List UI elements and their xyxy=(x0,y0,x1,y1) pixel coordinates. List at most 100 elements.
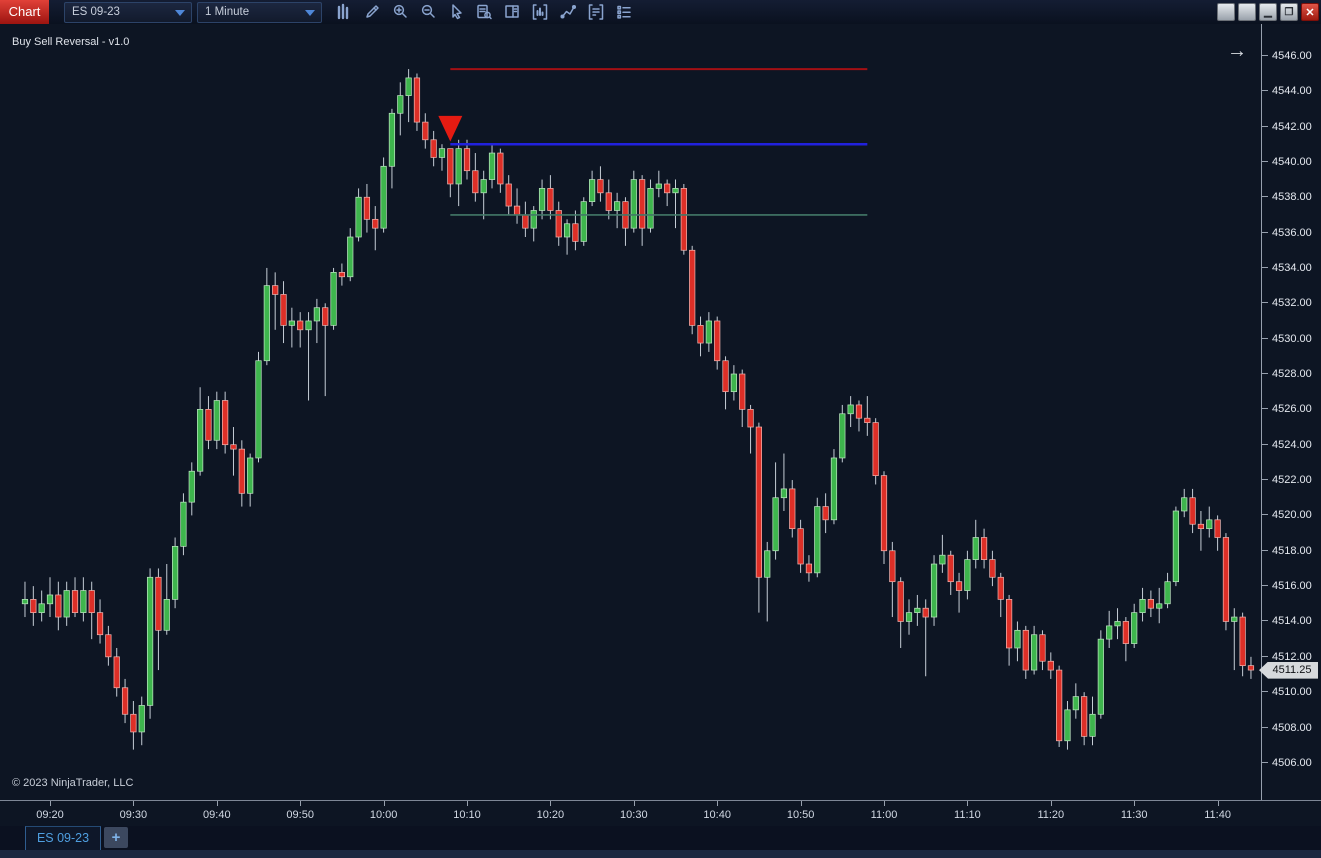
candle-up xyxy=(648,188,654,228)
candle-up xyxy=(1140,599,1146,612)
candle-down xyxy=(998,577,1004,599)
candle-down xyxy=(598,180,604,193)
zoom-in-icon[interactable] xyxy=(386,1,414,23)
candle-up xyxy=(489,153,495,180)
candle-down xyxy=(1040,635,1046,662)
candle-down xyxy=(281,294,287,325)
time-axis[interactable]: 09:2009:3009:4009:5010:0010:1010:2010:30… xyxy=(0,800,1321,827)
candle-up xyxy=(915,608,921,612)
candle-down xyxy=(1123,621,1129,643)
maximize-icon[interactable]: ❐ xyxy=(1280,3,1298,21)
candle-down xyxy=(423,122,429,140)
candle-up xyxy=(1156,604,1162,608)
candle-up xyxy=(1031,635,1037,670)
drawing-line-icon[interactable] xyxy=(554,1,582,23)
strategies-icon[interactable] xyxy=(582,1,610,23)
cursor-icon[interactable] xyxy=(442,1,470,23)
candle-up xyxy=(1207,520,1213,529)
chart-style-icon[interactable] xyxy=(330,1,358,23)
candle-up xyxy=(973,538,979,560)
candle-down xyxy=(114,657,120,688)
candle-up xyxy=(247,458,253,493)
candle-up xyxy=(1015,630,1021,648)
candle-up xyxy=(773,498,779,551)
candle-up xyxy=(139,705,145,732)
instrument-dropdown[interactable]: ES 09-23 xyxy=(64,2,192,23)
sell-signal-triangle-icon xyxy=(438,116,462,142)
candle-up xyxy=(398,96,404,114)
scroll-to-end-arrow-icon[interactable]: → xyxy=(1227,41,1247,61)
candle-up xyxy=(197,409,203,471)
interval-dropdown-value: 1 Minute xyxy=(205,6,249,18)
candle-up xyxy=(1073,697,1079,710)
candle-down xyxy=(698,325,704,343)
close-icon[interactable]: ✕ xyxy=(1301,3,1319,21)
tab-bar: ES 09-23 + xyxy=(0,826,1321,850)
interval-dropdown[interactable]: 1 Minute xyxy=(197,2,322,23)
last-price-value: 4511.25 xyxy=(1266,664,1312,676)
candle-down xyxy=(97,613,103,635)
window-bottom-edge xyxy=(0,850,1321,858)
candle-up xyxy=(47,595,53,604)
candle-up xyxy=(848,405,854,414)
tab-label: ES 09-23 xyxy=(37,831,89,845)
last-price-marker: 4511.25 xyxy=(1259,662,1318,679)
candle-up xyxy=(531,210,537,228)
instrument-dropdown-value: ES 09-23 xyxy=(72,6,120,18)
candle-down xyxy=(231,445,237,449)
candle-down xyxy=(31,599,37,612)
candle-up xyxy=(1165,582,1171,604)
candle-down xyxy=(414,78,420,122)
candle-up xyxy=(965,560,971,591)
toolbar-icons xyxy=(330,0,638,24)
candle-up xyxy=(906,613,912,622)
candle-down xyxy=(923,608,929,617)
candle-down xyxy=(956,582,962,591)
candle-up xyxy=(381,166,387,228)
candle-down xyxy=(206,409,212,440)
window-button-blank-2[interactable] xyxy=(1238,3,1256,21)
candle-up xyxy=(656,184,662,188)
candle-down xyxy=(948,555,954,582)
candle-up xyxy=(214,401,220,441)
candle-down xyxy=(523,215,529,228)
candle-down xyxy=(1148,599,1154,608)
candle-down xyxy=(239,449,245,493)
candle-up xyxy=(264,286,270,361)
candle-up xyxy=(347,237,353,277)
candle-up xyxy=(731,374,737,392)
candle-up xyxy=(631,180,637,229)
candle-up xyxy=(1106,626,1112,639)
candle-down xyxy=(156,577,162,630)
zoom-out-icon[interactable] xyxy=(414,1,442,23)
minimize-icon[interactable]: ▁ xyxy=(1259,3,1277,21)
price-axis[interactable]: 4506.004508.004510.004512.004514.004516.… xyxy=(1261,24,1321,800)
window-button-blank-1[interactable] xyxy=(1217,3,1235,21)
candle-up xyxy=(289,321,295,325)
candle-down xyxy=(990,560,996,578)
candle-up xyxy=(64,591,70,618)
candle-up xyxy=(331,272,337,325)
candle-down xyxy=(548,188,554,210)
chevron-down-icon xyxy=(305,10,315,16)
candle-down xyxy=(322,308,328,326)
indicators-icon[interactable] xyxy=(526,1,554,23)
chart-plot-area[interactable]: Buy Sell Reversal - v1.0 © 2023 NinjaTra… xyxy=(0,24,1261,800)
candle-up xyxy=(164,599,170,630)
drawing-tools-icon[interactable] xyxy=(358,1,386,23)
candle-up xyxy=(1098,639,1104,714)
properties-list-icon[interactable] xyxy=(610,1,638,23)
chart-trader-icon[interactable] xyxy=(498,1,526,23)
tab-es-09-23[interactable]: ES 09-23 xyxy=(25,826,101,851)
candle-down xyxy=(448,149,454,184)
candle-up xyxy=(181,502,187,546)
candle-down xyxy=(573,224,579,242)
add-tab-button[interactable]: + xyxy=(104,827,128,848)
data-box-icon[interactable] xyxy=(470,1,498,23)
candle-up xyxy=(539,188,545,210)
candle-down xyxy=(898,582,904,622)
chart-menu-button[interactable]: Chart xyxy=(0,0,49,24)
candle-up xyxy=(39,604,45,613)
window-controls: ▁ ❐ ✕ xyxy=(1217,3,1319,21)
candle-down xyxy=(689,250,695,325)
